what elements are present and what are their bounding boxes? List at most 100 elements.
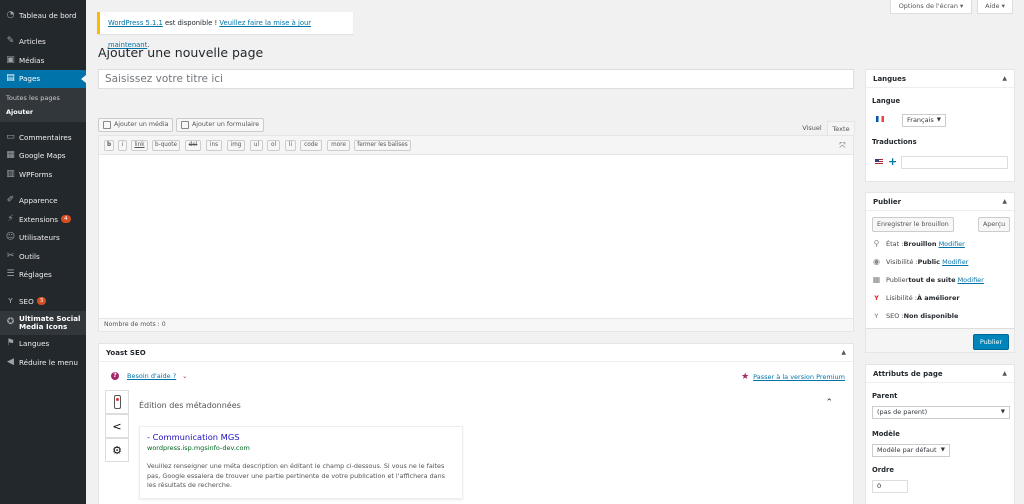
update-count-badge: 4 [61, 215, 71, 224]
order-input[interactable]: 0 [872, 480, 908, 493]
post-title-input[interactable]: Saisissez votre titre ici [98, 69, 854, 89]
yoast-tab-seo[interactable] [105, 390, 129, 414]
yoast-help[interactable]: ? Besoin d'aide ? ⌄ [111, 372, 188, 380]
metadata-title: Édition des métadonnées [139, 401, 241, 410]
preview-button[interactable]: Aperçu [978, 217, 1011, 232]
seo-count-badge: 3 [36, 297, 47, 306]
qt-bquote[interactable]: b-quote [152, 140, 180, 151]
share-icon: < [112, 419, 122, 433]
pages-icon: ▤ [6, 73, 15, 84]
publish-header[interactable]: Publier ▲ [866, 193, 1014, 211]
template-select[interactable]: Modèle par défaut ▼ [872, 444, 950, 457]
collapse-arrow-icon[interactable]: ▲ [1002, 70, 1007, 88]
yoast-icon: ʏ [7, 295, 14, 306]
sidebar-item-appearance[interactable]: ✐ Apparence [0, 192, 86, 211]
wordpress-version-link[interactable]: WordPress 5.1.1 [108, 19, 163, 27]
collapse-icon: ◀ [7, 356, 14, 367]
add-media-button[interactable]: Ajouter un média [98, 118, 174, 132]
qt-more[interactable]: more [327, 140, 350, 151]
yoast-tab-social[interactable]: < [105, 414, 129, 438]
publish-title: Publier [873, 198, 902, 206]
translation-input[interactable] [901, 156, 1008, 169]
add-form-label: Ajouter un formulaire [192, 121, 260, 128]
star-icon: ★ [741, 372, 750, 382]
yoast-premium[interactable]: ★ Passer à la version Premium [741, 372, 845, 382]
sidebar-item-wpforms[interactable]: ▥ WPForms [0, 165, 86, 184]
parent-value: (pas de parent) [877, 408, 928, 416]
attributes-header[interactable]: Attributs de page ▲ [866, 365, 1014, 383]
sidebar-item-articles[interactable]: ✎ Articles [0, 33, 86, 52]
qt-italic[interactable]: i [118, 140, 127, 151]
sidebar-item-media[interactable]: ▣ Médias [0, 51, 86, 70]
qt-ul[interactable]: ul [250, 140, 263, 151]
publish-box: Publier ▲ Enregistrer le brouillon Aperçu… [865, 192, 1015, 353]
edit-visibility-link[interactable]: Modifier [942, 258, 968, 266]
edit-status-link[interactable]: Modifier [939, 240, 965, 248]
schedule-value: tout de suite [908, 275, 956, 284]
yoast-box-header[interactable]: Yoast SEO ▲ [99, 344, 853, 362]
help-button[interactable]: Aide ▾ [977, 0, 1013, 14]
fullscreen-icon[interactable]: ⤧ [838, 141, 847, 150]
qt-li[interactable]: li [285, 140, 296, 151]
sidebar-item-label: Utilisateurs [19, 233, 60, 243]
sidebar-item-pages[interactable]: ▤ Pages [0, 69, 86, 88]
edit-schedule-link[interactable]: Modifier [958, 276, 984, 284]
sidebar-item-google-maps[interactable]: ▦ Google Maps [0, 147, 86, 166]
screen-options-button[interactable]: Options de l'écran ▾ [890, 0, 972, 14]
seo-icon: ʏ [874, 311, 879, 320]
tab-visual[interactable]: Visuel [797, 121, 827, 135]
yoast-tab-settings[interactable]: ⚙ [105, 438, 129, 462]
qt-bold[interactable]: b [104, 140, 114, 151]
qt-link[interactable]: link [131, 140, 148, 151]
tab-text[interactable]: Texte [827, 121, 855, 135]
sidebar-item-label: Outils [19, 251, 40, 261]
sidebar-item-comments[interactable]: ▭ Commentaires [0, 128, 86, 147]
seo-label: SEO : [886, 311, 904, 320]
sidebar-item-languages[interactable]: ⚑ Langues [0, 335, 86, 354]
sidebar-item-ultimate-social[interactable]: ✪ Ultimate Social Media Icons [0, 310, 86, 335]
qt-ol[interactable]: ol [267, 140, 280, 151]
sidebar-item-label: Articles [19, 37, 46, 47]
forms-icon: ▥ [6, 168, 15, 179]
sidebar-item-extensions[interactable]: ⚡ Extensions 4 [0, 210, 86, 229]
sidebar-item-label: WPForms [19, 169, 53, 179]
collapse-arrow-icon[interactable]: ▲ [1002, 365, 1007, 383]
seo-value: Non disponible [903, 311, 959, 320]
collapse-arrow-icon[interactable]: ▲ [841, 344, 846, 362]
languages-header[interactable]: Langues ▲ [866, 70, 1014, 88]
flag-fr-icon [876, 116, 884, 122]
page-attributes-box: Attributs de page ▲ Parent (pas de parent… [865, 364, 1015, 504]
save-draft-button[interactable]: Enregistrer le brouillon [872, 217, 954, 232]
qt-ins[interactable]: ins [206, 140, 222, 151]
traffic-light-icon [113, 395, 121, 409]
snippet-preview[interactable]: - Communication MGS wordpress.isp.mgsinf… [139, 426, 463, 499]
add-form-button[interactable]: Ajouter un formulaire [176, 118, 265, 132]
eye-icon: ◉ [873, 257, 880, 266]
submenu-add-page[interactable]: Ajouter [0, 105, 86, 119]
collapse-arrow-icon[interactable]: ▲ [1002, 193, 1007, 211]
language-select[interactable]: Français ▼ [902, 114, 946, 127]
parent-select[interactable]: (pas de parent) ▼ [872, 406, 1010, 419]
visibility-value: Public [917, 257, 941, 266]
seo-row: ʏ SEO : Non disponible [872, 311, 958, 320]
sidebar-collapse[interactable]: ◀ Réduire le menu [0, 353, 86, 372]
submenu-all-pages[interactable]: Toutes les pages [0, 91, 86, 105]
sidebar-item-tools[interactable]: ✂ Outils [0, 247, 86, 266]
yoast-help-link[interactable]: Besoin d'aide ? [127, 372, 176, 380]
qt-close-tags[interactable]: fermer les balises [354, 140, 411, 151]
publish-button[interactable]: Publier [973, 334, 1009, 350]
sidebar-item-users[interactable]: ☺ Utilisateurs [0, 229, 86, 248]
sidebar-item-dashboard[interactable]: ◔ Tableau de bord [0, 6, 86, 25]
sidebar-item-seo[interactable]: ʏ SEO 3 [0, 292, 86, 311]
sidebar-item-settings[interactable]: ☰ Réglages [0, 266, 86, 285]
add-translation-icon[interactable]: + [888, 156, 897, 167]
qt-del[interactable]: del [185, 140, 201, 151]
qt-code[interactable]: code [300, 140, 322, 151]
qt-img[interactable]: img [227, 140, 245, 151]
caret-down-icon: ▼ [936, 117, 941, 123]
premium-link[interactable]: Passer à la version Premium [753, 373, 845, 381]
readability-value: À améliorer [916, 293, 960, 302]
content-editor[interactable]: b i link b-quote del ins img ul ol li co… [98, 135, 854, 332]
chevron-up-icon[interactable]: ⌃ [825, 398, 833, 408]
tools-icon: ✂ [6, 250, 15, 261]
